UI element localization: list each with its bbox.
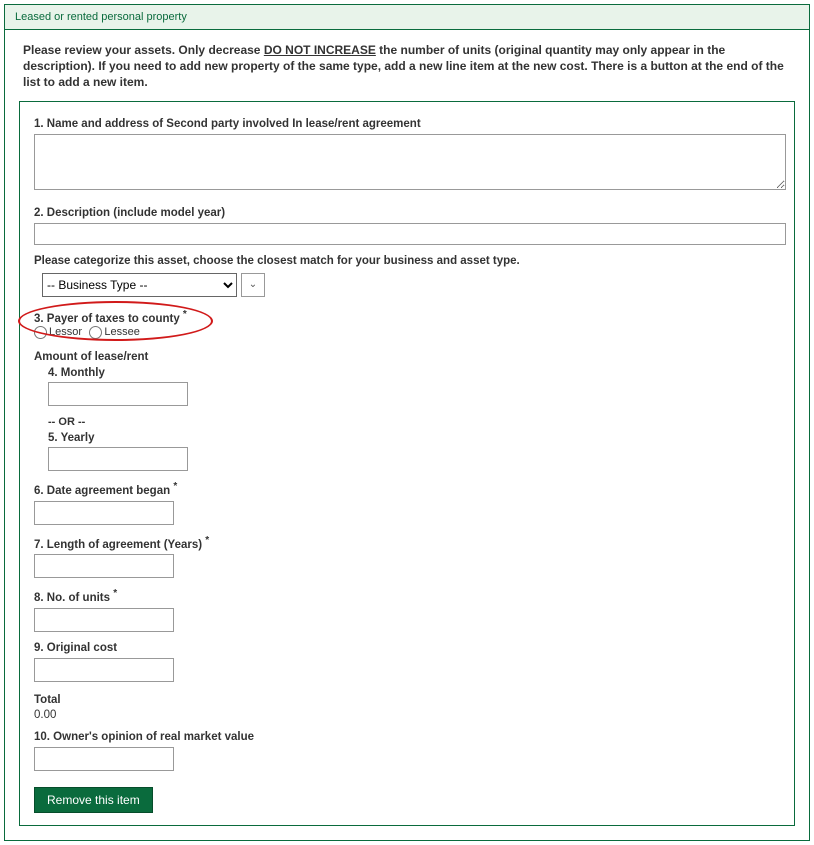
label-monthly: 4. Monthly (48, 367, 780, 379)
label-total: Total (34, 694, 780, 706)
input-market-value[interactable] (34, 747, 174, 771)
label-lessor: Lessor (49, 326, 82, 338)
instructions-emphasis: DO NOT INCREASE (264, 43, 376, 57)
label-date-began: 6. Date agreement began * (34, 481, 780, 497)
input-original-cost[interactable] (34, 658, 174, 682)
input-length[interactable] (34, 554, 174, 578)
label-description: 2. Description (include model year) (34, 207, 780, 219)
value-total: 0.00 (34, 709, 780, 721)
select-business-type[interactable]: -- Business Type -- (42, 273, 237, 297)
or-separator: -- OR -- (48, 416, 780, 428)
required-asterisk: * (205, 535, 209, 546)
payer-of-taxes-group: 3. Payer of taxes to county * Lessor Les… (34, 307, 780, 343)
required-asterisk: * (173, 481, 177, 492)
label-lessee: Lessee (104, 326, 139, 338)
panel-title: Leased or rented personal property (5, 5, 809, 30)
input-description[interactable] (34, 223, 786, 245)
label-date-began-text: 6. Date agreement began (34, 485, 173, 497)
amount-block: 4. Monthly -- OR -- 5. Yearly (48, 367, 780, 471)
label-length-text: 7. Length of agreement (Years) (34, 538, 205, 550)
required-asterisk: * (183, 309, 187, 320)
leased-property-panel: Leased or rented personal property Pleas… (4, 4, 810, 841)
input-second-party[interactable] (34, 134, 786, 190)
label-length: 7. Length of agreement (Years) * (34, 535, 780, 551)
chevron-down-icon: ⌄ (249, 279, 257, 290)
amount-section-title: Amount of lease/rent (34, 351, 780, 363)
label-units-text: 8. No. of units (34, 592, 113, 604)
business-type-row: -- Business Type -- ⌄ (42, 273, 780, 297)
instructions-text: Please review your assets. Only decrease… (5, 30, 809, 95)
input-yearly[interactable] (48, 447, 188, 471)
input-date-began[interactable] (34, 501, 174, 525)
item-form: 1. Name and address of Second party invo… (19, 101, 795, 827)
input-units[interactable] (34, 608, 174, 632)
asset-type-dropdown[interactable]: ⌄ (241, 273, 265, 297)
label-yearly: 5. Yearly (48, 432, 780, 444)
required-asterisk: * (113, 588, 117, 599)
input-monthly[interactable] (48, 382, 188, 406)
label-market-value: 10. Owner's opinion of real market value (34, 731, 780, 743)
label-payer-text: 3. Payer of taxes to county (34, 312, 183, 324)
label-units: 8. No. of units * (34, 588, 780, 604)
label-second-party: 1. Name and address of Second party invo… (34, 118, 780, 130)
remove-item-button[interactable]: Remove this item (34, 787, 153, 813)
categorize-helper: Please categorize this asset, choose the… (34, 255, 780, 267)
label-payer: 3. Payer of taxes to county * (34, 309, 780, 325)
radio-lessor[interactable] (34, 326, 47, 339)
payer-radio-row: Lessor Lessee (34, 324, 780, 338)
label-original-cost: 9. Original cost (34, 642, 780, 654)
instructions-lead: Please review your assets. Only decrease (23, 43, 264, 57)
radio-lessee[interactable] (89, 326, 102, 339)
